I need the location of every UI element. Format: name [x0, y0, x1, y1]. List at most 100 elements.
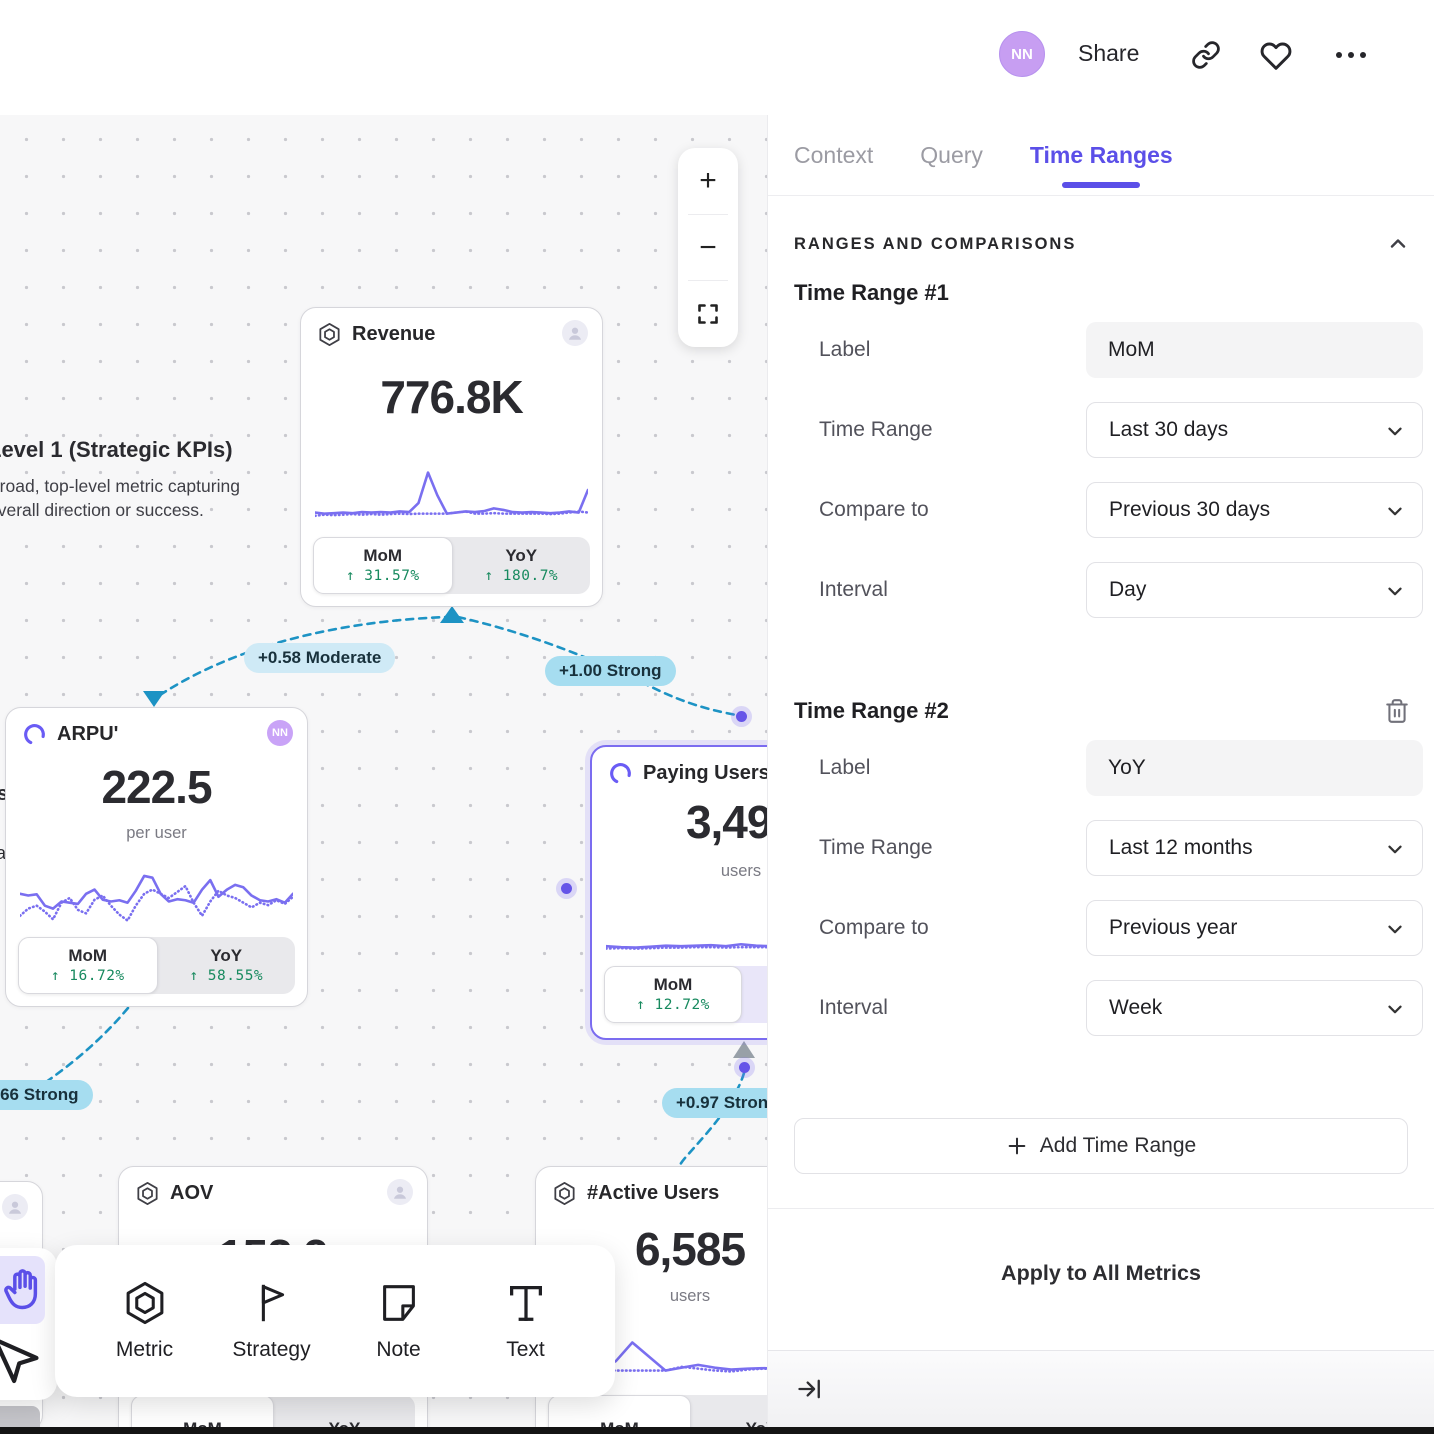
toggle-mom[interactable]: MoM ↑ 16.72%	[18, 937, 158, 994]
toggle-delta: ↑ 180.7%	[484, 568, 558, 585]
plus-icon	[1006, 1135, 1028, 1157]
card-owner-avatar	[387, 1179, 413, 1205]
connector-arrow-up	[440, 606, 464, 623]
toggle-mom[interactable]: MoM ↑ 12.72%	[604, 966, 742, 1023]
apply-to-all-metrics-button[interactable]: Apply to All Metrics	[768, 1209, 1434, 1286]
range-title: Time Range #1	[794, 280, 949, 306]
sparkline-chart	[20, 860, 293, 930]
share-button[interactable]: Share	[1078, 40, 1139, 67]
settings-panel: Context Query Time Ranges RANGES AND COM…	[767, 115, 1434, 1427]
link-icon[interactable]	[1191, 40, 1221, 70]
hexagon-metric-icon	[552, 1181, 577, 1206]
collapse-panel-icon[interactable]	[796, 1375, 824, 1403]
time-range-select[interactable]: Last 30 days	[1086, 402, 1423, 458]
tab-query[interactable]: Query	[920, 115, 983, 195]
tool-metric[interactable]: Metric	[81, 1245, 208, 1397]
user-avatar[interactable]: NN	[999, 31, 1045, 77]
chevron-down-icon	[1384, 420, 1406, 442]
toggle-yoy[interactable]: YoY	[691, 1395, 767, 1427]
correlation-badge[interactable]: +1.00 Strong	[545, 656, 676, 686]
comparison-toggle: MoM ↑ 31.57% YoY ↑ 180.7%	[313, 537, 590, 594]
flag-icon	[249, 1280, 295, 1326]
field-label: Time Range	[819, 418, 933, 442]
bottom-edge-bar	[0, 1427, 1434, 1434]
toggle-mom[interactable]: MoM	[548, 1395, 691, 1427]
toggle-mom[interactable]: MoM	[131, 1395, 274, 1427]
toggle-label: YoY	[329, 1419, 361, 1428]
compare-to-select[interactable]: Previous 30 days	[1086, 482, 1423, 538]
section-title: RANGES AND COMPARISONS	[794, 235, 1076, 254]
label-input[interactable]: MoM	[1086, 322, 1423, 378]
select-value: Last 30 days	[1109, 418, 1228, 442]
select-value: Day	[1109, 578, 1146, 602]
chevron-down-icon	[1384, 500, 1406, 522]
more-options-icon[interactable]	[1333, 48, 1369, 62]
toggle-yoy[interactable]: YoY	[274, 1395, 415, 1427]
cursor-tool-icon[interactable]	[0, 1333, 40, 1391]
comparison-toggle: MoM ↑ 16.72% YoY ↑ 58.55%	[18, 937, 295, 994]
canvas-note-title: Level 1 (Strategic KPIs)	[0, 437, 233, 463]
select-value: Previous 30 days	[1109, 498, 1270, 522]
chevron-down-icon	[1384, 918, 1406, 940]
correlation-badge[interactable]: +0.97 Strong	[662, 1088, 767, 1118]
selection-handle[interactable]	[739, 1062, 750, 1073]
toggle-yoy[interactable]: YoY ↑ 58.55%	[158, 937, 296, 994]
metric-card-paying-users[interactable]: Paying Users' 3,496 users MoM ↑ 12.72%	[590, 745, 767, 1040]
time-range-select[interactable]: Last 12 months	[1086, 820, 1423, 876]
selection-handle[interactable]	[561, 883, 572, 894]
clipped-toggle-chip	[0, 1406, 40, 1427]
hand-tool-icon[interactable]	[2, 1265, 46, 1317]
toggle-label: MoM	[183, 1419, 222, 1428]
fullscreen-icon	[696, 302, 720, 326]
section-header: RANGES AND COMPARISONS	[768, 196, 1434, 264]
tab-context[interactable]: Context	[794, 115, 873, 195]
metric-value: 3,496	[592, 795, 767, 849]
select-value: Previous year	[1109, 916, 1237, 940]
sparkline-chart	[315, 460, 588, 522]
metric-tree-canvas[interactable]: Level 1 (Strategic KPIs) Broad, top-leve…	[0, 115, 767, 1427]
tool-strategy[interactable]: Strategy	[208, 1245, 335, 1397]
toggle-yoy[interactable]: YoY ↑ 180.7%	[453, 537, 591, 594]
favorite-heart-icon[interactable]	[1260, 40, 1292, 72]
select-value: Last 12 months	[1109, 836, 1253, 860]
toggle-label: MoM	[363, 546, 402, 566]
card-owner-avatar: NN	[267, 720, 293, 746]
interval-select[interactable]: Week	[1086, 980, 1423, 1036]
correlation-badge[interactable]: +0.58 Moderate	[244, 643, 395, 673]
metric-value: 776.8K	[301, 370, 602, 424]
interval-select[interactable]: Day	[1086, 562, 1423, 618]
metric-card-arpu[interactable]: ARPU' NN 222.5 per user MoM ↑ 16.72% YoY…	[5, 707, 308, 1007]
compare-to-select[interactable]: Previous year	[1086, 900, 1423, 956]
label-input[interactable]: YoY	[1086, 740, 1423, 796]
card-owner-avatar	[562, 320, 588, 346]
card-title: ARPU'	[57, 723, 118, 746]
zoom-out-button[interactable]: −	[678, 215, 738, 281]
correlation-badge[interactable]: +0.66 Strong	[0, 1080, 93, 1110]
card-title: Paying Users'	[643, 762, 767, 785]
card-title: #Active Users	[587, 1182, 719, 1205]
metric-unit: per user	[6, 824, 307, 843]
tool-text[interactable]: Text	[462, 1245, 589, 1397]
add-time-range-button[interactable]: Add Time Range	[794, 1118, 1408, 1174]
hexagon-metric-icon	[122, 1280, 168, 1326]
toggle-delta: ↑ 31.57%	[346, 568, 420, 585]
tab-time-ranges[interactable]: Time Ranges	[1030, 115, 1173, 195]
collapse-chevron-up-icon[interactable]	[1386, 232, 1410, 256]
toggle-delta: ↑ 12.72%	[636, 997, 710, 1014]
toggle-yoy[interactable]	[742, 966, 767, 1023]
trash-icon[interactable]	[1384, 698, 1410, 724]
connector-arrow-down	[143, 691, 165, 707]
hexagon-metric-icon	[317, 322, 342, 347]
metric-card-revenue[interactable]: Revenue 776.8K MoM ↑ 31.57% YoY ↑ 18	[300, 307, 603, 607]
tool-note[interactable]: Note	[335, 1245, 462, 1397]
toggle-label: YoY	[210, 946, 242, 966]
fit-view-button[interactable]	[678, 281, 738, 347]
input-value: YoY	[1108, 756, 1146, 780]
text-icon	[503, 1280, 549, 1326]
selection-handle[interactable]	[736, 711, 747, 722]
toggle-delta: ↑ 58.55%	[189, 968, 263, 985]
canvas-toolbar: Metric Strategy Note Text	[55, 1245, 615, 1397]
zoom-in-button[interactable]: +	[678, 148, 738, 214]
tool-label: Text	[506, 1338, 545, 1362]
toggle-mom[interactable]: MoM ↑ 31.57%	[313, 537, 453, 594]
